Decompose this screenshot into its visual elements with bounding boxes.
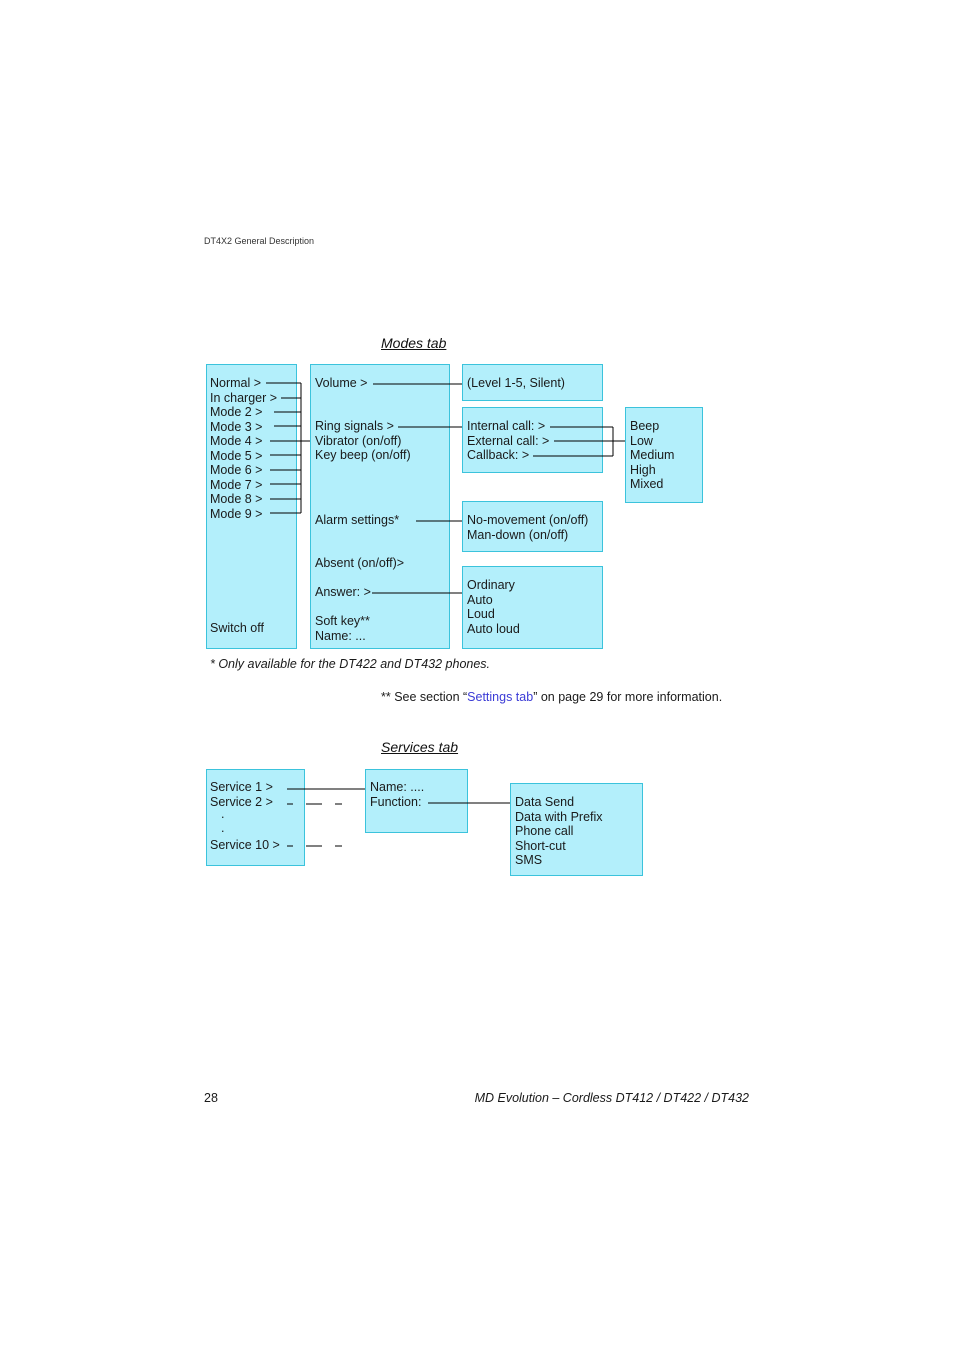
service-function-field: Function: bbox=[370, 795, 422, 809]
switch-off-item: Switch off bbox=[210, 621, 264, 635]
ring-type: Low bbox=[630, 433, 653, 448]
answer-option: Ordinary bbox=[467, 578, 515, 592]
service-name-field: Name: .... bbox=[370, 780, 425, 794]
vibrator-item: Vibrator (on/off) bbox=[315, 433, 402, 448]
service-item: Service 1 > bbox=[210, 780, 273, 794]
mode-item: Mode 4 > bbox=[210, 434, 263, 448]
mode-item: Mode 5 > bbox=[210, 448, 263, 463]
function-option: Phone call bbox=[515, 824, 574, 838]
ring-type: Medium bbox=[630, 448, 675, 462]
answer-option: Auto bbox=[467, 592, 493, 607]
ring-signals-box: Internal call: > External call: > Callba… bbox=[462, 407, 603, 473]
name-item: Name: ... bbox=[315, 628, 366, 643]
answer-box: Ordinary Auto Loud Auto loud bbox=[462, 566, 603, 649]
settings-tab-link[interactable]: Settings tab bbox=[467, 690, 533, 704]
mode-item: Mode 3 > bbox=[210, 419, 263, 434]
ring-signals-item: Ring signals > bbox=[315, 419, 394, 433]
key-beep-item: Key beep (on/off) bbox=[315, 448, 411, 462]
ring-type: Mixed bbox=[630, 477, 664, 491]
footnote-suffix: ” on page 29 for more information. bbox=[533, 690, 723, 704]
running-header: DT4X2 General Description bbox=[204, 236, 315, 246]
ring-types-box: Beep Low Medium High Mixed bbox=[625, 407, 703, 503]
ellipsis-dot: . bbox=[221, 807, 225, 821]
service-item: Service 10 > bbox=[210, 838, 280, 852]
answer-option: Auto loud bbox=[467, 621, 520, 636]
connector-lines bbox=[266, 382, 625, 847]
service-detail-box: Name: .... Function: bbox=[365, 769, 468, 833]
answer-item: Answer: > bbox=[315, 585, 371, 599]
volume-item: Volume > bbox=[315, 376, 368, 390]
ring-type: High bbox=[630, 462, 656, 477]
ring-item: External call: > bbox=[467, 433, 550, 448]
answer-option: Loud bbox=[467, 607, 495, 621]
absent-item: Absent (on/off)> bbox=[315, 556, 405, 570]
ellipsis-dot: . bbox=[221, 821, 225, 835]
mode-item: Mode 8 > bbox=[210, 492, 263, 506]
modes-list-box: Normal > In charger > Mode 2 > Mode 3 > … bbox=[206, 364, 297, 649]
ring-type: Beep bbox=[630, 419, 660, 433]
alarm-item: No-movement (on/off) bbox=[467, 513, 589, 527]
page-number: 28 bbox=[204, 1091, 218, 1105]
mode-item: In charger > bbox=[210, 390, 278, 405]
function-option: Data with Prefix bbox=[515, 809, 603, 824]
function-option: Short-cut bbox=[515, 838, 566, 853]
ring-item: Internal call: > bbox=[467, 419, 546, 433]
volume-levels: (Level 1-5, Silent) bbox=[467, 376, 565, 390]
mode-settings-box: Volume > Ring signals > Vibrator (on/off… bbox=[310, 364, 450, 649]
function-option: Data Send bbox=[515, 795, 575, 809]
alarm-box: No-movement (on/off) Man-down (on/off) bbox=[462, 501, 603, 552]
document-title: MD Evolution – Cordless DT412 / DT422 / … bbox=[474, 1091, 749, 1105]
mode-item: Mode 7 > bbox=[210, 477, 263, 492]
ring-item: Callback: > bbox=[467, 448, 530, 462]
modes-tab-title: Modes tab bbox=[381, 335, 447, 351]
mode-item: Normal > bbox=[210, 376, 262, 390]
mode-item: Mode 2 > bbox=[210, 405, 263, 419]
mode-item: Mode 6 > bbox=[210, 463, 263, 477]
service-item: Service 2 > bbox=[210, 795, 273, 809]
alarm-item: Man-down (on/off) bbox=[467, 527, 569, 542]
function-option: SMS bbox=[515, 853, 543, 867]
alarm-settings-item: Alarm settings* bbox=[315, 513, 400, 527]
services-tab-title: Services tab bbox=[381, 739, 459, 755]
footnote-prefix: ** See section “ bbox=[381, 690, 468, 704]
services-list-box: Service 1 > Service 2 > . . Service 10 > bbox=[206, 769, 305, 866]
volume-box: (Level 1-5, Silent) bbox=[462, 364, 603, 401]
mode-item: Mode 9 > bbox=[210, 506, 263, 521]
functions-box: Data Send Data with Prefix Phone call Sh… bbox=[510, 783, 643, 876]
footnote-availability: * Only available for the DT422 and DT432… bbox=[210, 657, 491, 671]
footnote-soft-key: ** See section “Settings tab” on page 29… bbox=[381, 690, 722, 704]
soft-key-item: Soft key** bbox=[315, 614, 370, 628]
